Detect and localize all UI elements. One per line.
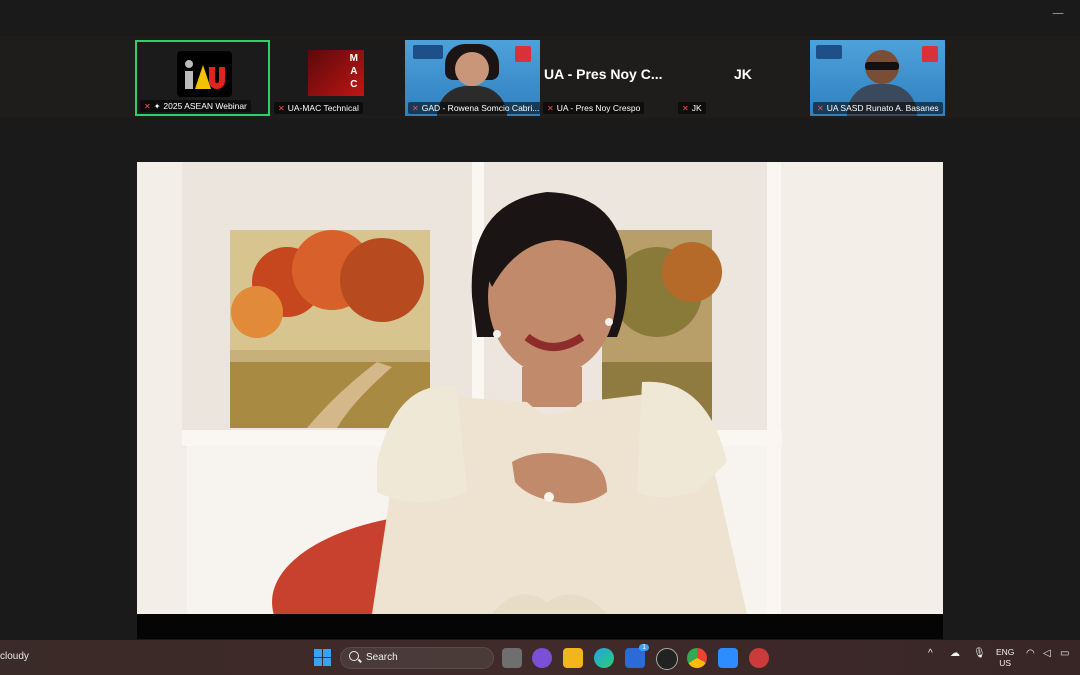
store-icon[interactable]: 1 bbox=[625, 644, 649, 668]
language-code: ENG bbox=[996, 647, 1015, 657]
badge-icon bbox=[922, 46, 938, 62]
window-title-bar: — bbox=[0, 0, 1080, 36]
cloud-icon[interactable]: ☁ bbox=[950, 648, 960, 659]
zoom-icon[interactable] bbox=[718, 648, 738, 668]
notification-badge: 1 bbox=[639, 644, 649, 651]
windows-taskbar: cloudy Search 1 ^ ☁ 🎙 ENG US ◠ ◁ ▭ bbox=[0, 640, 1080, 675]
chrome-icon[interactable] bbox=[687, 648, 707, 668]
participant-display-name: UA - Pres Noy C... bbox=[544, 66, 663, 82]
badge-icon bbox=[515, 46, 531, 62]
mic-muted-icon: ✕ bbox=[144, 102, 151, 111]
chat-icon[interactable] bbox=[532, 648, 552, 668]
region-code: US bbox=[999, 658, 1012, 668]
weather-widget[interactable]: cloudy bbox=[0, 651, 29, 662]
participant-label: ✕ ✦ 2025 ASEAN Webinar bbox=[140, 100, 251, 112]
taskbar-search-input[interactable]: Search bbox=[340, 647, 494, 669]
participant-display-name: JK bbox=[734, 66, 752, 82]
input-language-indicator[interactable]: ENG US bbox=[996, 647, 1014, 669]
mic-muted-icon: ✕ bbox=[682, 104, 689, 113]
search-label: Search bbox=[366, 652, 398, 663]
participant-tile-ua-sasd[interactable]: ✕ UA SASD Runato A. Basanes bbox=[810, 40, 945, 116]
main-speaker-video bbox=[137, 162, 943, 614]
microphone-icon[interactable]: 🎙 bbox=[973, 648, 986, 659]
participant-label: ✕ UA-MAC Technical bbox=[274, 102, 363, 114]
event-logo bbox=[816, 45, 842, 59]
search-icon bbox=[349, 651, 359, 661]
participant-label: ✕ GAD - Rowena Somcio Cabri... bbox=[408, 102, 540, 114]
chevron-up-icon[interactable]: ^ bbox=[928, 648, 933, 659]
edge-browser-icon[interactable] bbox=[594, 648, 614, 668]
wifi-icon[interactable]: ◠ bbox=[1026, 648, 1035, 659]
iau-logo bbox=[177, 51, 232, 97]
chatgpt-icon[interactable] bbox=[656, 648, 678, 670]
video-bottom-bar bbox=[137, 614, 943, 639]
participant-tile-ua-mac[interactable]: M A C ✕ UA-MAC Technical bbox=[271, 40, 406, 116]
glasses bbox=[865, 62, 899, 70]
battery-icon[interactable]: ▭ bbox=[1060, 648, 1069, 659]
minimize-icon[interactable]: — bbox=[1052, 6, 1064, 20]
task-view-icon[interactable] bbox=[502, 648, 522, 668]
participant-tile-gad-rowena[interactable]: ✕ GAD - Rowena Somcio Cabri... bbox=[405, 40, 540, 116]
windows-start-icon[interactable] bbox=[314, 649, 331, 666]
mic-muted-icon: ✕ bbox=[278, 104, 285, 113]
participant-label: ✕ UA - Pres Noy Crespo bbox=[543, 102, 645, 114]
event-logo bbox=[413, 45, 443, 59]
mac-letter-a: A bbox=[350, 66, 358, 77]
volume-icon[interactable]: ◁ bbox=[1043, 648, 1051, 659]
pin-icon: ✦ bbox=[153, 102, 161, 111]
mic-muted-icon: ✕ bbox=[547, 104, 554, 113]
participant-tile-asean-webinar[interactable]: ✕ ✦ 2025 ASEAN Webinar bbox=[135, 40, 270, 116]
mac-letter-m: M bbox=[349, 53, 358, 64]
file-explorer-icon[interactable] bbox=[563, 648, 583, 668]
participant-label: ✕ UA SASD Runato A. Basanes bbox=[813, 102, 943, 114]
mac-letter-c: C bbox=[350, 79, 358, 90]
recorder-icon[interactable] bbox=[749, 648, 769, 668]
participant-label: ✕ JK bbox=[678, 102, 706, 114]
mic-muted-icon: ✕ bbox=[817, 104, 824, 113]
mic-muted-icon: ✕ bbox=[412, 104, 419, 113]
ua-mac-logo: M A C bbox=[308, 50, 364, 96]
participant-face bbox=[455, 52, 489, 86]
